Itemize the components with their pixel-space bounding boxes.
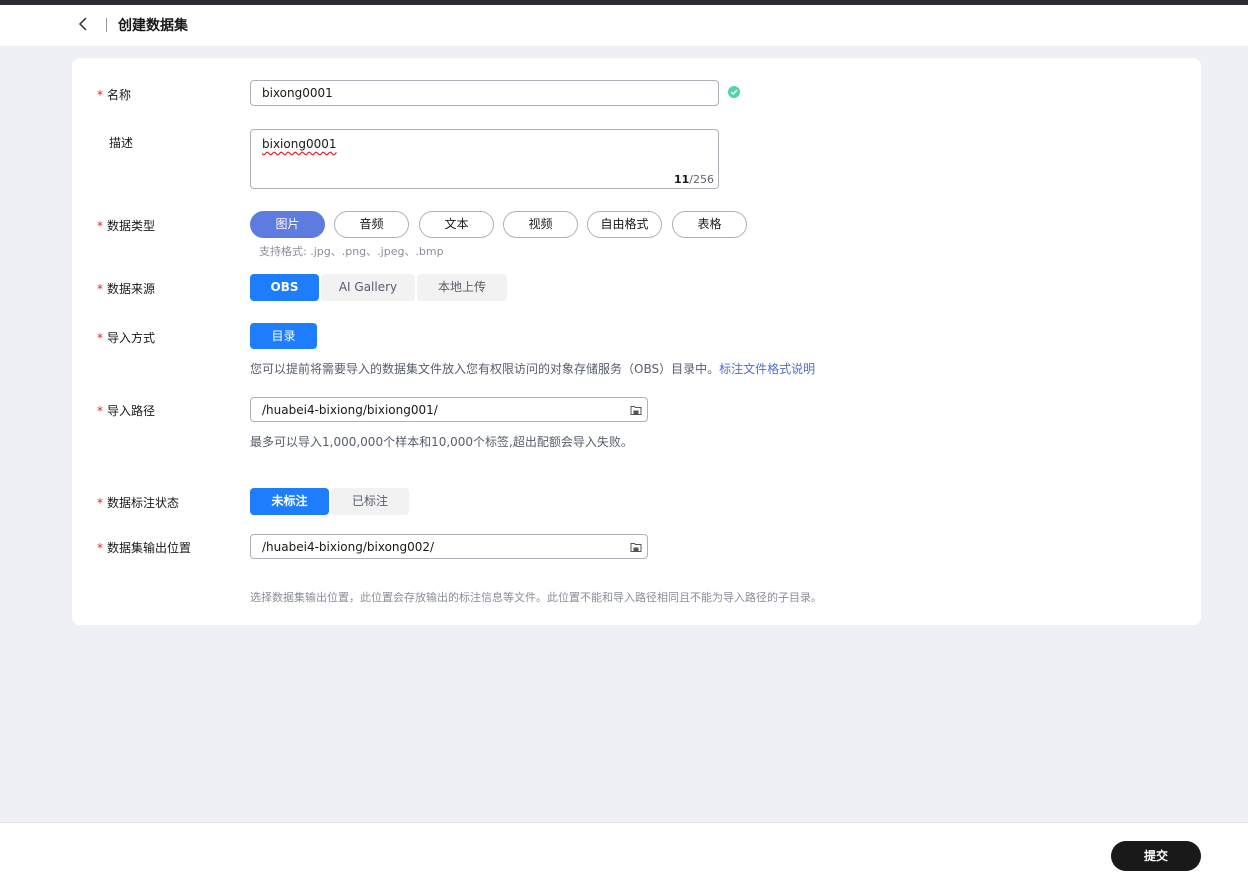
source-ai-gallery-tab[interactable]: AI Gallery [321,274,415,301]
data-type-label: * 数据类型 [97,219,156,233]
required-mark: * [97,88,103,102]
char-counter: 11/256 [673,173,714,186]
status-unlabeled-tab[interactable]: 未标注 [250,488,329,515]
import-method-label: * 导入方式 [97,331,156,345]
required-mark: * [97,541,103,555]
data-type-audio-pill[interactable]: 音频 [334,211,409,238]
data-source-label: * 数据来源 [97,282,156,296]
description-label: 描述 [109,136,134,150]
header-divider [106,18,107,32]
description-textarea[interactable]: bixiong0001 11/256 [250,129,719,189]
import-path-label: * 导入路径 [97,404,156,418]
output-path-hint: 选择数据集输出位置，此位置会存放输出的标注信息等文件。此位置不能和导入路径相同且… [250,591,822,604]
required-mark: * [97,282,103,296]
page-title: 创建数据集 [118,18,188,34]
output-path-label: * 数据集输出位置 [97,541,192,555]
source-local-upload-tab[interactable]: 本地上传 [417,274,507,301]
status-labeled-tab[interactable]: 已标注 [331,488,409,515]
check-circle-icon [728,86,740,98]
footer-bar [0,822,1248,878]
page-header: 创建数据集 [0,5,1248,46]
data-type-free-format-pill[interactable]: 自由格式 [587,211,662,238]
required-mark: * [97,219,103,233]
required-mark: * [97,331,103,345]
name-label: * 名称 [97,88,132,102]
import-method-desc: 您可以提前将需要导入的数据集文件放入您有权限访问的对象存储服务（OBS）目录中。… [250,362,816,376]
data-type-image-pill[interactable]: 图片 [250,211,325,238]
name-input[interactable] [250,80,719,106]
format-doc-link[interactable]: 标注文件格式说明 [719,362,815,376]
required-mark: * [97,404,103,418]
import-path-hint: 最多可以导入1,000,000个样本和10,000个标签,超出配额会导入失败。 [250,435,633,449]
import-path-input[interactable] [250,397,648,422]
format-hint: 支持格式: .jpg、.png、.jpeg、.bmp [259,245,444,258]
output-path-input[interactable] [250,534,648,559]
data-type-text-pill[interactable]: 文本 [419,211,494,238]
back-arrow-icon[interactable] [74,14,94,34]
data-type-table-pill[interactable]: 表格 [672,211,747,238]
import-method-directory-button[interactable]: 目录 [250,323,317,349]
submit-button[interactable]: 提交 [1111,841,1201,871]
folder-icon[interactable] [630,541,642,553]
description-text: bixiong0001 [262,137,337,151]
source-obs-tab[interactable]: OBS [250,274,319,301]
folder-icon[interactable] [630,404,642,416]
label-status-label: * 数据标注状态 [97,496,180,510]
required-mark: * [97,496,103,510]
data-type-video-pill[interactable]: 视频 [503,211,578,238]
